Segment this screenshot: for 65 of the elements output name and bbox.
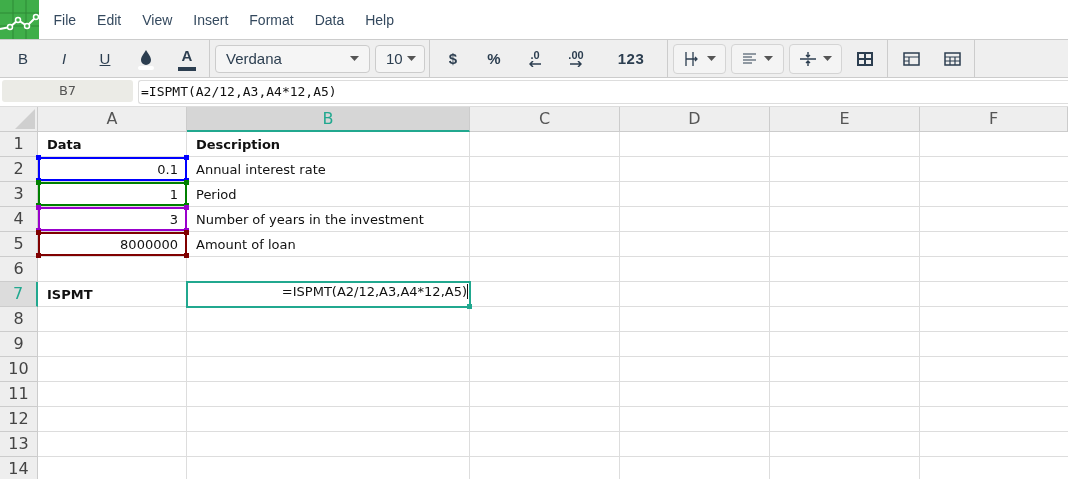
- table-cell-text: Description: [195, 135, 282, 154]
- table-cell: 0.1: [38, 157, 187, 181]
- table-cell-text: Number of years in the investment: [195, 210, 425, 229]
- table-cell: =ISPMT(A2/12,A3,A4*12,A5): [186, 281, 471, 308]
- percent-button[interactable]: %: [476, 42, 512, 75]
- row-header[interactable]: 3: [0, 182, 38, 207]
- merge-cells-icon: [857, 51, 873, 66]
- menu-item[interactable]: Data: [304, 11, 355, 28]
- right-arrow-icon: [570, 60, 582, 67]
- row-header[interactable]: 4: [0, 207, 38, 232]
- table-cell-text: ISPMT: [46, 285, 94, 304]
- caret-icon: [763, 56, 773, 61]
- table-grid-icon: [943, 51, 961, 66]
- column-header[interactable]: A: [38, 107, 187, 132]
- table-cell-text: Amount of loan: [195, 235, 297, 254]
- table-cell-text: Annual interest rate: [195, 160, 327, 179]
- menu-item[interactable]: View: [131, 11, 183, 28]
- borders-dropdown[interactable]: [673, 43, 726, 74]
- menu-item[interactable]: Help: [354, 11, 405, 28]
- row-header[interactable]: 6: [0, 257, 38, 282]
- bold-button[interactable]: B: [5, 42, 41, 75]
- row-header[interactable]: 11: [0, 382, 38, 407]
- row-header[interactable]: 9: [0, 332, 38, 357]
- caret-icon: [350, 56, 359, 61]
- caret-icon: [407, 56, 416, 61]
- row-header[interactable]: 10: [0, 357, 38, 382]
- font-size-select[interactable]: 10: [375, 44, 425, 73]
- freeze-panes-icon: [902, 51, 920, 66]
- row-header[interactable]: 1: [0, 132, 38, 157]
- table-cell: 1: [38, 182, 187, 206]
- row-header[interactable]: 14: [0, 457, 38, 479]
- row-header[interactable]: 2: [0, 157, 38, 182]
- row-header[interactable]: 13: [0, 432, 38, 457]
- table-cell: 3: [38, 207, 187, 231]
- italic-button[interactable]: I: [46, 42, 82, 75]
- align-left-icon: [742, 52, 757, 65]
- menu-item[interactable]: Format: [238, 11, 305, 28]
- left-arrow-icon: [529, 60, 541, 67]
- column-header[interactable]: F: [920, 107, 1068, 132]
- cell-reference-box[interactable]: B7: [2, 80, 133, 102]
- vertical-align-icon: [799, 50, 816, 67]
- vertical-align-dropdown[interactable]: [789, 43, 842, 74]
- menu-item[interactable]: File: [43, 11, 87, 28]
- menu-item[interactable]: Insert: [182, 11, 239, 28]
- caret-icon: [706, 56, 716, 61]
- column-header[interactable]: D: [620, 107, 770, 132]
- column-header[interactable]: E: [770, 107, 920, 132]
- currency-button[interactable]: $: [435, 42, 471, 75]
- number-format-button[interactable]: 123: [599, 42, 663, 75]
- row-header[interactable]: 8: [0, 307, 38, 332]
- decrease-decimals-button[interactable]: .0: [517, 42, 553, 75]
- align-dropdown[interactable]: [731, 43, 784, 74]
- column-header[interactable]: C: [470, 107, 620, 132]
- caret-icon: [822, 56, 832, 61]
- font-select[interactable]: Verdana: [215, 44, 370, 73]
- table-cell-text: Period: [195, 185, 238, 204]
- increase-decimals-button[interactable]: .00: [558, 42, 594, 75]
- table-cell-text: Data: [46, 135, 83, 154]
- menu-item[interactable]: Edit: [86, 11, 132, 28]
- formula-input[interactable]: =ISPMT(A2/12,A3,A4*12,A5): [138, 80, 1068, 104]
- table-cell: 8000000: [38, 232, 187, 256]
- underline-button[interactable]: U: [87, 42, 123, 75]
- row-header[interactable]: 5: [0, 232, 38, 257]
- row-header[interactable]: 12: [0, 407, 38, 432]
- borders-icon: [683, 50, 700, 67]
